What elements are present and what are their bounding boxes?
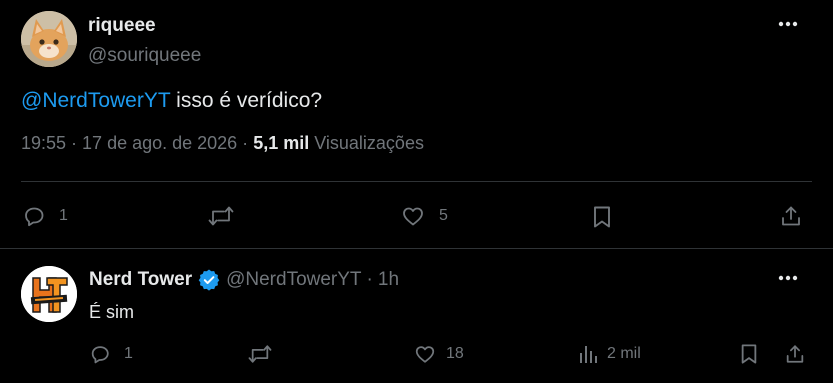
- tweet-body: isso é verídico?: [170, 89, 323, 112]
- reply-more-options-button[interactable]: [776, 266, 800, 290]
- reply-icon: [91, 346, 109, 364]
- bookmark-icon: [594, 206, 610, 228]
- reply-like-button[interactable]: 18: [412, 343, 464, 365]
- reply-header: Nerd Tower @NerdTowerYT · 1h: [89, 268, 399, 292]
- divider: [21, 181, 812, 182]
- more-dots-icon: [778, 21, 798, 27]
- timestamp[interactable]: 19:55 · 17 de ago. de 2026 ·: [21, 133, 253, 153]
- bookmark-icon: [741, 344, 757, 364]
- share-icon: [782, 206, 800, 226]
- analytics-bars-icon: [580, 346, 597, 363]
- reply-like-count: 18: [446, 345, 464, 362]
- author-name[interactable]: riqueee: [88, 14, 156, 38]
- verified-badge-icon[interactable]: [198, 269, 220, 291]
- reply-count: 1: [59, 207, 68, 224]
- tweet-text: @NerdTowerYT isso é verídico?: [21, 88, 322, 114]
- reply-text: É sim: [89, 302, 134, 322]
- bookmark-button[interactable]: [591, 204, 613, 230]
- like-count: 5: [439, 207, 448, 224]
- heart-icon: [403, 207, 423, 226]
- more-dots-icon: [778, 275, 798, 281]
- repost-icon: [208, 206, 234, 226]
- header-separator: ·: [366, 269, 373, 290]
- like-button[interactable]: 5: [399, 204, 448, 228]
- heart-icon: [415, 346, 435, 363]
- reply-reply-count: 1: [124, 345, 133, 362]
- share-button[interactable]: [779, 204, 803, 228]
- reply-timestamp[interactable]: 1h: [378, 268, 399, 292]
- reply-icon: [25, 207, 44, 227]
- tweet-meta: 19:55 · 17 de ago. de 2026 · 5,1 mil Vis…: [21, 131, 424, 155]
- author-avatar[interactable]: [21, 11, 77, 67]
- reply-share-button[interactable]: [784, 343, 806, 365]
- reply-reply-button[interactable]: 1: [88, 343, 133, 365]
- repost-button[interactable]: [207, 204, 247, 228]
- repost-icon: [248, 345, 272, 363]
- reply-author-avatar[interactable]: [21, 266, 77, 322]
- divider: [0, 248, 833, 249]
- mention-link[interactable]: @NerdTowerYT: [21, 89, 170, 112]
- share-icon: [786, 345, 804, 363]
- views-label: Visualizações: [309, 133, 424, 153]
- nerd-tower-logo-avatar: [21, 266, 77, 322]
- reply-views-button[interactable]: 2 mil: [577, 343, 641, 365]
- reply-bookmark-button[interactable]: [739, 342, 759, 366]
- views-count: 5,1 mil: [253, 133, 310, 153]
- reply-views-count: 2 mil: [607, 345, 641, 362]
- reply-author-name[interactable]: Nerd Tower: [89, 268, 192, 292]
- reply-button[interactable]: 1: [21, 204, 68, 228]
- reply-repost-button[interactable]: [247, 343, 285, 365]
- more-options-button[interactable]: [776, 12, 800, 36]
- author-handle[interactable]: @souriqueee: [88, 44, 201, 68]
- cat-photo-avatar: [21, 11, 77, 67]
- reply-author-handle[interactable]: @NerdTowerYT: [226, 268, 361, 292]
